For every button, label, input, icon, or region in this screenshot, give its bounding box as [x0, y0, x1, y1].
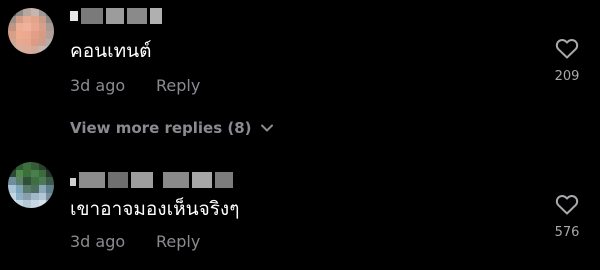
view-more-replies-button[interactable]: View more replies (8) — [70, 119, 274, 137]
chevron-down-icon — [260, 123, 274, 133]
username-redacted[interactable] — [70, 172, 233, 188]
reply-button[interactable]: Reply — [156, 76, 200, 96]
comment-item: เขาอาจมองเห็นจริงๆ 3d ago Reply 576 — [0, 155, 600, 265]
like-button[interactable]: 576 — [547, 193, 587, 241]
avatar[interactable] — [8, 8, 54, 54]
heart-outline-icon — [547, 37, 587, 59]
view-more-replies-label: View more replies (8) — [70, 119, 252, 137]
username-redacted[interactable] — [70, 8, 162, 24]
comment-timestamp: 3d ago — [70, 232, 126, 251]
like-count: 209 — [554, 69, 580, 84]
heart-outline-icon — [547, 193, 587, 215]
like-button[interactable]: 209 — [547, 37, 587, 85]
comment-text: คอนเทนต์ — [70, 40, 152, 62]
comment-text: เขาอาจมองเห็นจริงๆ — [70, 198, 240, 220]
reply-button[interactable]: Reply — [156, 232, 200, 252]
avatar[interactable] — [8, 162, 54, 208]
comment-timestamp: 3d ago — [70, 76, 126, 95]
like-count: 576 — [554, 225, 580, 240]
comment-item: คอนเทนต์ 3d ago Reply 209 — [0, 0, 600, 110]
